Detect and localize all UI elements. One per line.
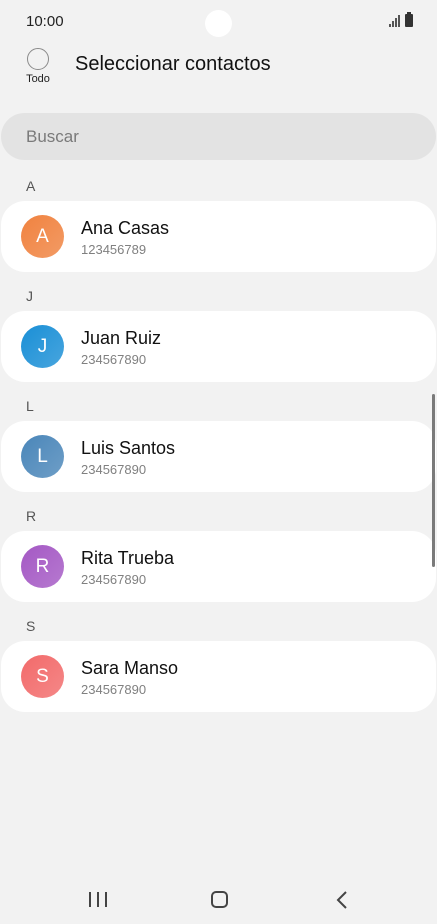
avatar-initial: R bbox=[35, 555, 50, 577]
avatar: J bbox=[21, 325, 64, 368]
status-time: 10:00 bbox=[26, 13, 64, 30]
avatar-initial: L bbox=[37, 445, 48, 467]
home-icon[interactable] bbox=[211, 891, 228, 908]
section-header-l: L bbox=[26, 398, 34, 414]
header: Todo Seleccionar contactos bbox=[0, 42, 437, 98]
contact-number: 123456789 bbox=[81, 242, 147, 257]
section-header-s: S bbox=[26, 618, 36, 634]
contact-item[interactable]: J Juan Ruiz 234567890 bbox=[1, 311, 436, 382]
avatar-initial: A bbox=[36, 225, 49, 247]
checkbox-circle-icon[interactable] bbox=[27, 48, 49, 70]
battery-icon bbox=[405, 12, 413, 27]
avatar: R bbox=[21, 545, 64, 588]
contact-number: 234567890 bbox=[81, 462, 147, 477]
contact-name: Rita Trueba bbox=[81, 548, 175, 568]
contact-item[interactable]: L Luis Santos 234567890 bbox=[1, 421, 436, 492]
contact-name: Luis Santos bbox=[81, 438, 176, 458]
avatar: S bbox=[21, 655, 64, 698]
back-icon[interactable] bbox=[335, 890, 349, 910]
contact-item[interactable]: S Sara Manso 234567890 bbox=[1, 641, 436, 712]
contact-number: 234567890 bbox=[81, 572, 147, 587]
status-bar: 10:00 bbox=[0, 0, 437, 42]
search-placeholder: Buscar bbox=[26, 126, 79, 146]
recent-apps-icon[interactable] bbox=[89, 892, 107, 907]
section-header-r: R bbox=[26, 508, 37, 524]
contact-name: Juan Ruiz bbox=[81, 328, 162, 348]
contact-item[interactable]: R Rita Trueba 234567890 bbox=[1, 531, 436, 602]
signal-icon bbox=[389, 15, 400, 27]
avatar-initial: J bbox=[37, 335, 48, 357]
navigation-bar bbox=[0, 876, 437, 924]
avatar: A bbox=[21, 215, 64, 258]
contact-name: Ana Casas bbox=[81, 218, 170, 238]
avatar: L bbox=[21, 435, 64, 478]
scrollbar-thumb[interactable] bbox=[432, 394, 435, 567]
contact-name: Sara Manso bbox=[81, 658, 179, 678]
status-icons bbox=[389, 12, 413, 27]
contact-number: 234567890 bbox=[81, 352, 147, 367]
page-title: Seleccionar contactos bbox=[75, 53, 271, 75]
section-header-j: J bbox=[26, 288, 33, 304]
camera-cutout bbox=[205, 10, 232, 37]
search-input[interactable]: Buscar bbox=[1, 113, 436, 160]
select-all-checkbox[interactable]: Todo bbox=[21, 48, 55, 85]
select-all-label: Todo bbox=[26, 73, 50, 85]
contact-item[interactable]: A Ana Casas 123456789 bbox=[1, 201, 436, 272]
avatar-initial: S bbox=[36, 665, 49, 687]
contact-number: 234567890 bbox=[81, 682, 147, 697]
section-header-a: A bbox=[26, 178, 36, 194]
screen: 10:00 Todo Seleccionar contactos Buscar … bbox=[0, 0, 437, 924]
